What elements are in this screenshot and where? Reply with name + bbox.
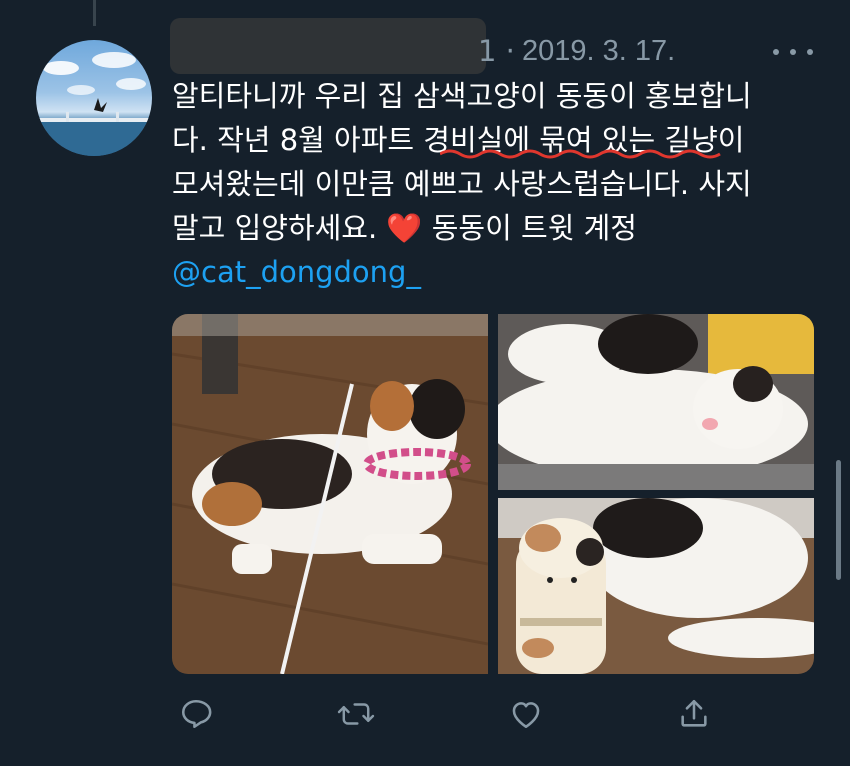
cat-photo-2[interactable]	[498, 314, 814, 490]
date-separator: 1 ·	[478, 34, 515, 68]
mention-link[interactable]: @cat_dongdong_	[172, 255, 421, 289]
share-icon[interactable]	[670, 690, 718, 738]
cat-photo-3[interactable]	[498, 498, 814, 674]
reply-icon[interactable]	[172, 690, 220, 738]
tweet-text-line-4: 말고 입양하세요. ❤️ 동동이 트윗 계정	[172, 206, 822, 250]
tweet-text-line: 말고 입양하세요.	[172, 211, 378, 245]
tweet[interactable]: 1 · 2019. 3. 17. 알티타니까 우리 집 삼색고양이 동동이 홍보…	[0, 0, 850, 766]
tweet-actions	[172, 690, 732, 738]
heart-emoji: ❤️	[386, 211, 423, 245]
avatar[interactable]	[36, 40, 152, 156]
retweet-icon[interactable]	[332, 690, 380, 738]
like-icon[interactable]	[502, 690, 550, 738]
tweet-text-line: 모셔왔는데 이만큼 예쁘고 사랑스럽습니다. 사지	[172, 167, 752, 201]
red-underline-annotation	[440, 149, 721, 159]
tweet-text: 알티타니까 우리 집 삼색고양이 동동이 홍보합니 다. 작년 8월 아파트 경…	[172, 74, 822, 294]
media-grid[interactable]	[172, 314, 814, 674]
thread-line	[93, 0, 96, 26]
tweet-text-line: 알티타니까 우리 집 삼색고양이 동동이 홍보합니	[172, 79, 752, 113]
more-horizontal-icon[interactable]	[773, 40, 813, 64]
cat-photo-1[interactable]	[172, 314, 488, 674]
tweet-text-line-suffix: 동동이 트윗 계정	[431, 211, 637, 245]
scrollbar[interactable]	[836, 460, 841, 580]
redacted-username	[170, 18, 486, 74]
tweet-date[interactable]: 2019. 3. 17.	[522, 31, 675, 71]
